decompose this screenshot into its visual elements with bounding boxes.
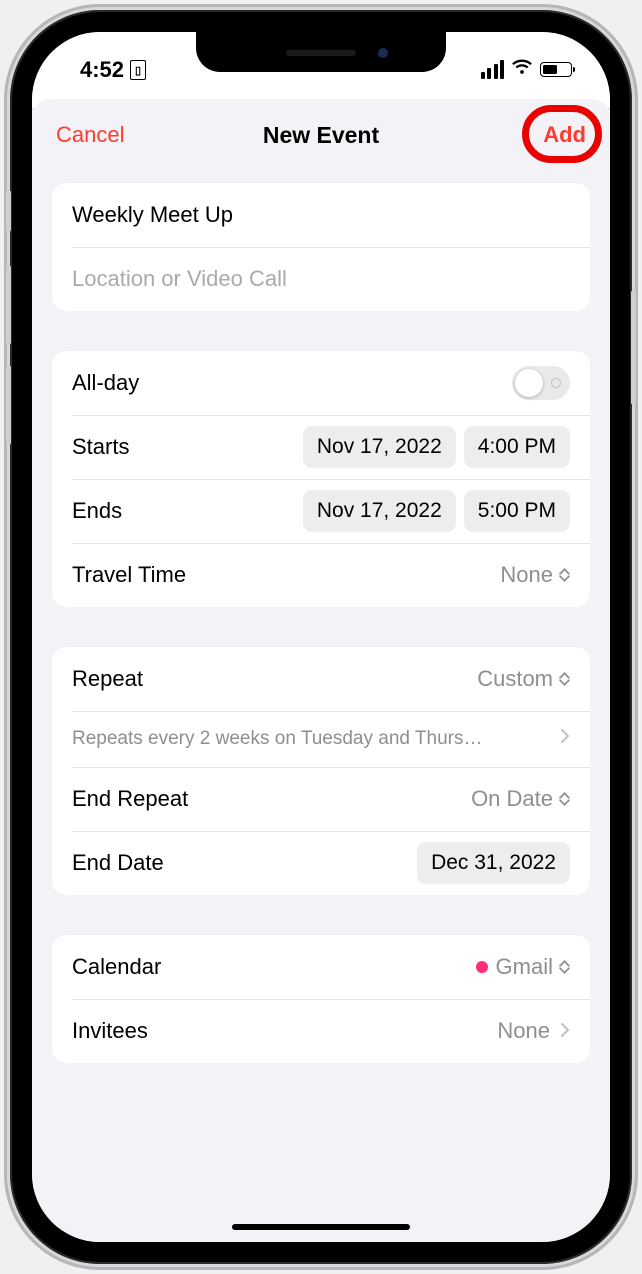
cancel-button[interactable]: Cancel bbox=[56, 122, 124, 148]
event-location-row[interactable]: Location or Video Call bbox=[52, 247, 590, 311]
phone-frame: 4:52 ▯ Cancel New Event Add bbox=[10, 10, 632, 1264]
repeat-row[interactable]: Repeat Custom bbox=[52, 647, 590, 711]
nav-bar: Cancel New Event Add bbox=[32, 99, 610, 171]
starts-row: Starts Nov 17, 2022 4:00 PM bbox=[52, 415, 590, 479]
repeat-value: Custom bbox=[477, 666, 553, 692]
ends-label: Ends bbox=[72, 498, 122, 524]
end-date-label: End Date bbox=[72, 850, 164, 876]
status-time: 4:52 bbox=[80, 57, 124, 83]
event-title-input[interactable] bbox=[72, 202, 570, 228]
updown-icon bbox=[559, 568, 570, 582]
mute-switch bbox=[6, 190, 11, 232]
power-button bbox=[631, 290, 636, 405]
wifi-icon bbox=[511, 55, 533, 83]
ends-time-picker[interactable]: 5:00 PM bbox=[464, 490, 570, 532]
calendar-group: Calendar Gmail Invitees None bbox=[52, 935, 590, 1063]
travel-time-value: None bbox=[500, 562, 553, 588]
sim-icon: ▯ bbox=[130, 60, 146, 80]
ends-row: Ends Nov 17, 2022 5:00 PM bbox=[52, 479, 590, 543]
invitees-value: None bbox=[497, 1018, 550, 1044]
ends-date-picker[interactable]: Nov 17, 2022 bbox=[303, 490, 456, 532]
end-repeat-label: End Repeat bbox=[72, 786, 188, 812]
end-date-picker[interactable]: Dec 31, 2022 bbox=[417, 842, 570, 884]
calendar-color-dot bbox=[476, 961, 488, 973]
time-group: All-day Starts Nov 17, 2022 4:00 PM Ends… bbox=[52, 351, 590, 607]
travel-time-row[interactable]: Travel Time None bbox=[52, 543, 590, 607]
cellular-icon bbox=[481, 60, 505, 79]
sheet-content[interactable]: Location or Video Call All-day Starts No… bbox=[32, 171, 610, 1063]
end-date-row: End Date Dec 31, 2022 bbox=[52, 831, 590, 895]
add-button[interactable]: Add bbox=[543, 122, 586, 148]
volume-down-button bbox=[6, 365, 11, 445]
allday-toggle[interactable] bbox=[512, 366, 570, 400]
status-left: 4:52 ▯ bbox=[80, 57, 146, 83]
event-title-row[interactable] bbox=[52, 183, 590, 247]
repeat-group: Repeat Custom Repeats every 2 weeks on T… bbox=[52, 647, 590, 895]
updown-icon bbox=[559, 672, 570, 686]
volume-up-button bbox=[6, 265, 11, 345]
calendar-label: Calendar bbox=[72, 954, 161, 980]
end-repeat-value: On Date bbox=[471, 786, 553, 812]
chevron-right-icon bbox=[560, 728, 570, 750]
updown-icon bbox=[559, 792, 570, 806]
chevron-right-icon bbox=[560, 1018, 570, 1044]
end-repeat-row[interactable]: End Repeat On Date bbox=[52, 767, 590, 831]
battery-icon bbox=[540, 62, 572, 77]
location-placeholder: Location or Video Call bbox=[72, 266, 287, 292]
screen: 4:52 ▯ Cancel New Event Add bbox=[32, 32, 610, 1242]
starts-label: Starts bbox=[72, 434, 129, 460]
repeat-label: Repeat bbox=[72, 666, 143, 692]
starts-time-picker[interactable]: 4:00 PM bbox=[464, 426, 570, 468]
home-indicator[interactable] bbox=[232, 1224, 410, 1230]
invitees-row[interactable]: Invitees None bbox=[52, 999, 590, 1063]
calendar-row[interactable]: Calendar Gmail bbox=[52, 935, 590, 999]
updown-icon bbox=[559, 960, 570, 974]
title-location-group: Location or Video Call bbox=[52, 183, 590, 311]
notch bbox=[196, 32, 446, 72]
status-right bbox=[481, 55, 573, 83]
travel-time-label: Travel Time bbox=[72, 562, 186, 588]
calendar-value: Gmail bbox=[496, 954, 553, 980]
repeat-summary: Repeats every 2 weeks on Tuesday and Thu… bbox=[72, 728, 483, 750]
starts-date-picker[interactable]: Nov 17, 2022 bbox=[303, 426, 456, 468]
invitees-label: Invitees bbox=[72, 1018, 148, 1044]
modal-sheet: Cancel New Event Add Location or Video C… bbox=[32, 99, 610, 1242]
allday-row[interactable]: All-day bbox=[52, 351, 590, 415]
repeat-summary-row[interactable]: Repeats every 2 weeks on Tuesday and Thu… bbox=[52, 711, 590, 767]
allday-label: All-day bbox=[72, 370, 139, 396]
